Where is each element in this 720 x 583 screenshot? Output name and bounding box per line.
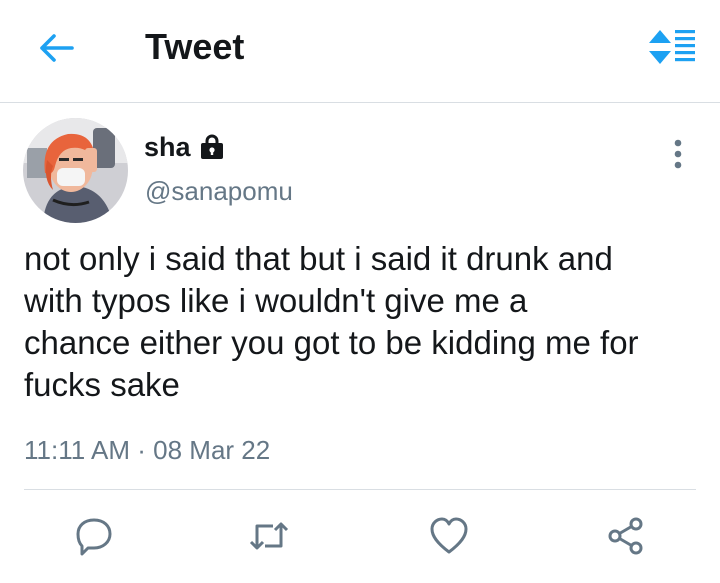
page-title: Tweet <box>145 26 245 67</box>
user-handle[interactable]: @sanapomu <box>145 174 293 208</box>
lock-icon <box>199 134 225 160</box>
tweet-timestamp: 11:11 AM · 08 Mar 22 <box>24 432 270 468</box>
tweet-text: not only i said that but i said it drunk… <box>24 240 639 403</box>
display-name[interactable]: sha <box>144 130 191 164</box>
tweet-date: 08 Mar 22 <box>153 435 271 465</box>
reply-button[interactable] <box>72 514 116 558</box>
heart-icon <box>430 517 468 554</box>
more-vertical-icon <box>674 139 682 169</box>
timestamp-separator: · <box>137 435 146 465</box>
sort-button[interactable] <box>644 28 700 68</box>
back-button[interactable] <box>36 28 76 68</box>
like-button[interactable] <box>427 514 471 558</box>
top-app-bar: Tweet <box>0 0 720 103</box>
share-button[interactable] <box>604 514 648 558</box>
reply-icon <box>76 518 112 556</box>
more-options-button[interactable] <box>664 134 692 174</box>
avatar-image <box>23 118 128 223</box>
divider <box>24 489 696 490</box>
arrow-left-icon <box>40 34 74 62</box>
tweet-time: 11:11 AM <box>24 435 130 465</box>
author-name-row[interactable]: sha <box>144 130 225 164</box>
retweet-button[interactable] <box>247 514 291 558</box>
share-icon <box>608 517 643 555</box>
tweet-detail-screen: Tweet sha @sanapomu not only i said that… <box>0 0 720 583</box>
sort-list-icon <box>649 30 695 64</box>
retweet-icon <box>249 522 289 550</box>
avatar[interactable] <box>23 118 128 223</box>
